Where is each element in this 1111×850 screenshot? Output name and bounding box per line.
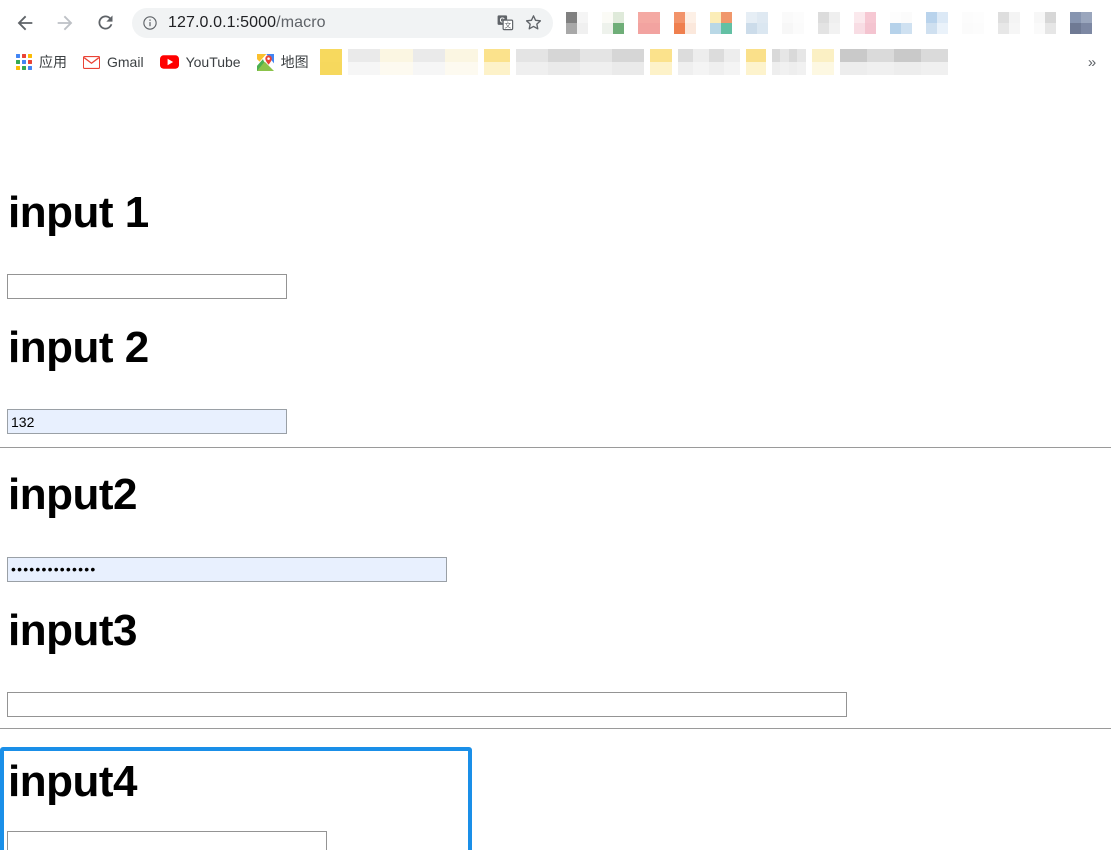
divider-1 [0, 447, 1111, 448]
bookmark-apps-label: 应用 [39, 54, 67, 70]
extension-icon-9[interactable] [854, 11, 876, 34]
extension-icon-13[interactable] [998, 11, 1020, 34]
address-bar-url[interactable]: 127.0.0.1:5000/macro [168, 14, 491, 32]
extension-icon-14[interactable] [1034, 11, 1056, 34]
input2-password-field[interactable]: •••••••••••••• [7, 557, 447, 582]
blurred-bookmark-8[interactable] [771, 49, 806, 75]
extension-icon-5[interactable] [710, 11, 732, 34]
blurred-bookmark-9[interactable] [811, 49, 834, 75]
translate-icon[interactable]: G 文 [491, 9, 519, 37]
url-host: 127.0.0.1:5000 [168, 13, 277, 31]
bookmark-maps[interactable]: 地图 [249, 49, 317, 75]
input-2-field[interactable] [7, 409, 287, 434]
extension-icon-6[interactable] [746, 11, 768, 34]
bookmarks-bar: 应用 Gmail YouTube 地图 » [0, 45, 1111, 79]
browser-toolbar: 127.0.0.1:5000/macro G 文 [0, 0, 1111, 45]
input4-focus-container[interactable]: input4 [0, 747, 472, 850]
input-1-field[interactable] [7, 274, 287, 299]
blurred-bookmark-7[interactable] [745, 49, 766, 75]
bookmark-gmail-label: Gmail [107, 54, 144, 70]
reload-button[interactable] [88, 6, 122, 40]
bookmark-gmail[interactable]: Gmail [75, 49, 152, 75]
arrow-right-icon [54, 12, 76, 34]
extension-icons-strip [559, 6, 1105, 40]
heading-input-2: input 2 [8, 323, 149, 372]
svg-text:文: 文 [504, 20, 511, 29]
blurred-bookmark-6[interactable] [677, 49, 740, 75]
bookmark-maps-label: 地图 [280, 54, 309, 70]
blurred-bookmark-5[interactable] [649, 49, 672, 75]
bookmark-apps[interactable]: 应用 [8, 49, 75, 75]
url-path: /macro [276, 13, 326, 31]
blurred-bookmark-10[interactable] [839, 49, 948, 75]
extension-icon-7[interactable] [782, 11, 804, 34]
extension-icon-1[interactable] [566, 11, 588, 34]
arrow-left-icon [14, 12, 36, 34]
input4-field[interactable] [7, 831, 327, 850]
apps-grid-icon [16, 54, 32, 70]
input3-field[interactable] [7, 692, 847, 717]
star-icon[interactable] [519, 9, 547, 37]
address-bar[interactable]: 127.0.0.1:5000/macro G 文 [132, 7, 553, 38]
reload-icon [95, 12, 116, 33]
password-dots: •••••••••••••• [11, 561, 97, 577]
extension-icon-15[interactable] [1070, 11, 1092, 34]
heading-input4: input4 [8, 757, 137, 806]
heading-input2: input2 [8, 470, 137, 519]
youtube-icon [159, 55, 179, 69]
extension-icon-3[interactable] [638, 11, 660, 34]
extension-icon-10[interactable] [890, 11, 912, 34]
extension-icon-11[interactable] [926, 11, 948, 34]
heading-input3: input3 [8, 606, 137, 655]
extension-icon-12[interactable] [962, 11, 984, 34]
bookmark-youtube-label: YouTube [185, 54, 241, 70]
blurred-bookmarks-group [317, 49, 951, 75]
browser-chrome: 127.0.0.1:5000/macro G 文 应用 Gmail YouTub… [0, 0, 1111, 80]
bookmark-youtube[interactable]: YouTube [152, 49, 249, 75]
blurred-bookmark-4[interactable] [515, 49, 644, 75]
info-circle-icon[interactable] [142, 15, 158, 31]
heading-input-1: input 1 [8, 188, 149, 237]
extension-icon-8[interactable] [818, 11, 840, 34]
page-content: input 1 input 2 input2 •••••••••••••• in… [0, 80, 1111, 850]
extension-icon-4[interactable] [674, 11, 696, 34]
blurred-bookmark-3[interactable] [483, 49, 510, 75]
forward-button[interactable] [48, 6, 82, 40]
bookmarks-overflow-button[interactable]: » [1079, 49, 1105, 75]
divider-2 [0, 728, 1111, 729]
back-button[interactable] [8, 6, 42, 40]
blurred-bookmark-1[interactable] [319, 49, 342, 75]
extension-icon-2[interactable] [602, 11, 624, 34]
blurred-bookmark-2[interactable] [347, 49, 478, 75]
gmail-icon [83, 55, 100, 69]
google-maps-icon [256, 53, 274, 71]
